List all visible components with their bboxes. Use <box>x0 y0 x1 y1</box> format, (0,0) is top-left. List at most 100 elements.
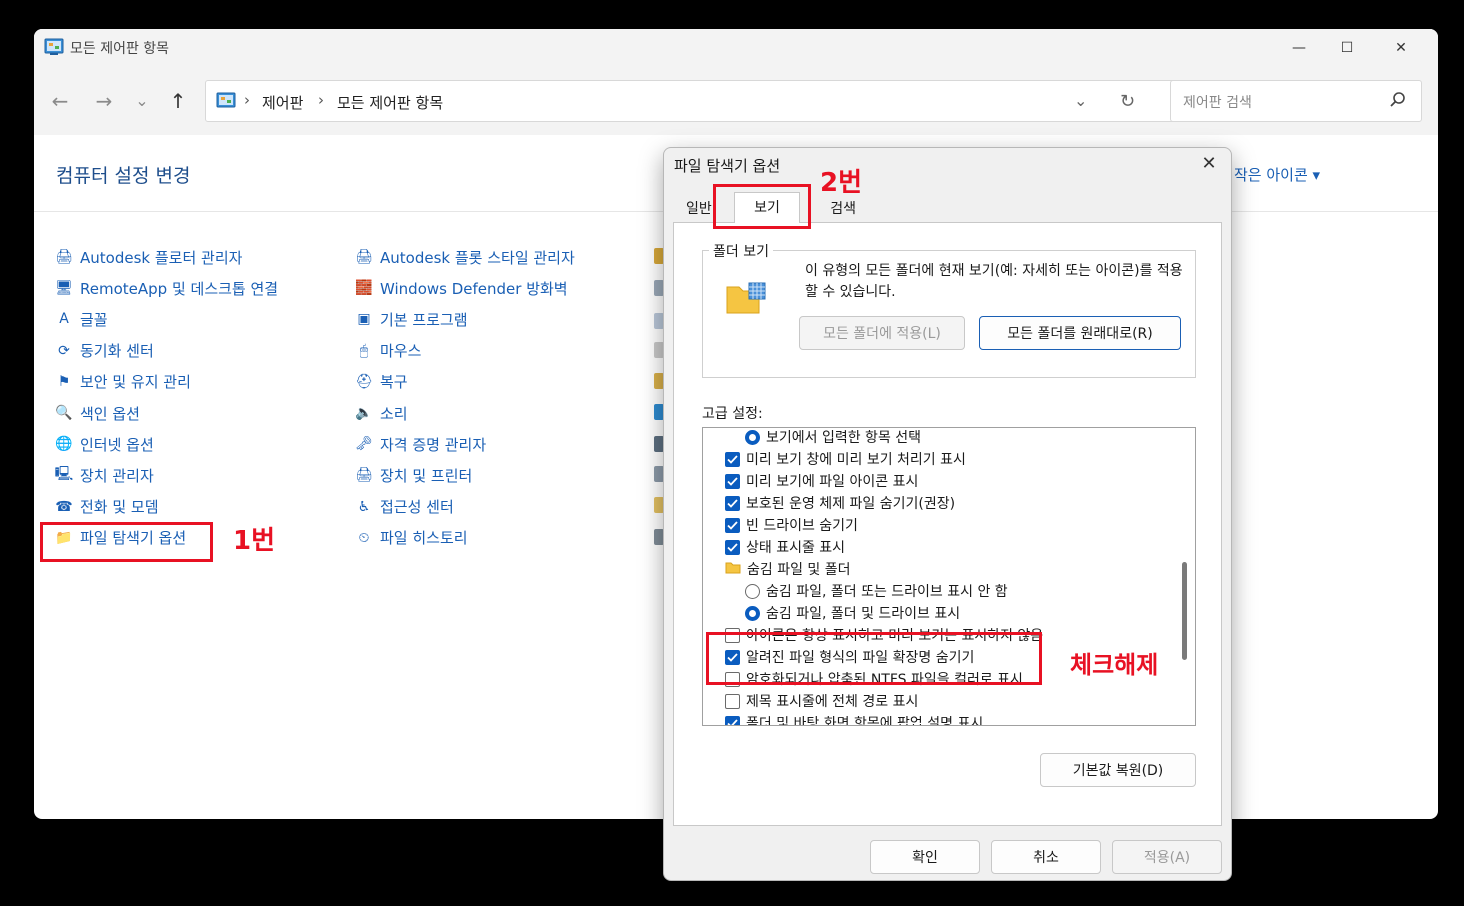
apply-button[interactable]: 적용(A) <box>1112 840 1222 874</box>
phone-modem-icon: ☎ <box>55 498 73 515</box>
control-panel-item[interactable]: 🔈 소리 <box>354 402 408 424</box>
apply-to-folders-button[interactable]: 모든 폴더에 적용(L) <box>799 316 965 350</box>
checkbox[interactable] <box>725 451 740 467</box>
ok-button[interactable]: 확인 <box>870 840 980 874</box>
control-panel-item[interactable]: 🌐 인터넷 옵션 <box>54 433 154 455</box>
advanced-settings-scrollbar[interactable] <box>1182 562 1187 660</box>
control-panel-item-label[interactable]: 자격 증명 관리자 <box>380 434 486 455</box>
checkbox[interactable] <box>725 715 740 725</box>
restore-defaults-button[interactable]: 기본값 복원(D) <box>1040 753 1196 787</box>
up-arrow-icon[interactable]: ↑ <box>166 89 190 113</box>
control-panel-item-label[interactable]: 소리 <box>380 403 408 424</box>
control-panel-item-label[interactable]: 마우스 <box>380 340 421 361</box>
advanced-setting-row[interactable]: 미리 보기 창에 미리 보기 처리기 표시 <box>725 448 966 470</box>
control-panel-item-label[interactable]: 인터넷 옵션 <box>80 434 154 455</box>
control-panel-item[interactable]: ☎ 전화 및 모뎀 <box>54 496 159 518</box>
advanced-setting-label[interactable]: 미리 보기에 파일 아이콘 표시 <box>746 471 918 491</box>
control-panel-item[interactable]: 🔍 색인 옵션 <box>54 402 140 424</box>
page-title: 컴퓨터 설정 변경 <box>56 165 191 187</box>
forward-arrow-icon[interactable]: → <box>92 89 116 113</box>
breadcrumb-control-panel[interactable]: 제어판 <box>262 92 303 113</box>
control-panel-item[interactable]: 🖨 Autodesk 플롯 스타일 관리자 <box>354 246 575 268</box>
control-panel-item[interactable]: 🖨 Autodesk 플로터 관리자 <box>54 246 242 268</box>
checkbox[interactable] <box>725 495 740 511</box>
checkbox[interactable] <box>725 517 740 533</box>
reset-folders-button[interactable]: 모든 폴더를 원래대로(R) <box>979 316 1181 350</box>
control-panel-item-label[interactable]: 장치 관리자 <box>80 465 154 486</box>
dialog-button-bar: 확인 취소 적용(A) <box>664 836 1231 880</box>
advanced-setting-row[interactable]: 보호된 운영 체제 파일 숨기기(권장) <box>725 492 955 514</box>
control-panel-item-label[interactable]: 전화 및 모뎀 <box>80 496 159 517</box>
control-panel-item[interactable]: 🖥 RemoteApp 및 데스크톱 연결 <box>54 277 278 299</box>
control-panel-item[interactable]: 🖱 마우스 <box>354 340 422 362</box>
control-panel-item[interactable]: ♿ 접근성 센터 <box>354 496 454 518</box>
recent-locations-chevron-icon[interactable]: ⌄ <box>130 89 154 113</box>
control-panel-item[interactable]: A 글꼴 <box>54 308 108 330</box>
control-panel-item-label[interactable]: 복구 <box>380 371 408 392</box>
address-dropdown-icon[interactable]: ⌄ <box>1074 91 1087 110</box>
advanced-setting-label[interactable]: 보기에서 입력한 항목 선택 <box>766 428 921 447</box>
control-panel-item[interactable]: 🧱 Windows Defender 방화벽 <box>354 277 568 299</box>
advanced-setting-label[interactable]: 상태 표시줄 표시 <box>746 537 845 557</box>
control-panel-item-label[interactable]: 색인 옵션 <box>80 403 140 424</box>
control-panel-item[interactable]: 🖨 장치 및 프린터 <box>354 464 472 486</box>
maximize-button[interactable]: ☐ <box>1324 29 1370 67</box>
advanced-setting-label[interactable]: 미리 보기 창에 미리 보기 처리기 표시 <box>746 449 966 469</box>
search-placeholder[interactable]: 제어판 검색 <box>1183 92 1252 112</box>
advanced-setting-row[interactable]: 폴더 및 바탕 화면 항목에 팝업 설명 표시 <box>725 712 983 725</box>
advanced-setting-row[interactable]: 상태 표시줄 표시 <box>725 536 845 558</box>
control-panel-item-label[interactable]: 보안 및 유지 관리 <box>80 371 191 392</box>
control-panel-item[interactable]: 🖳 장치 관리자 <box>54 464 154 486</box>
advanced-setting-row[interactable]: 보기에서 입력한 항목 선택 <box>745 428 921 448</box>
advanced-setting-row[interactable]: 빈 드라이브 숨기기 <box>725 514 858 536</box>
refresh-icon[interactable]: ↻ <box>1120 91 1135 112</box>
control-panel-item-label[interactable]: 접근성 센터 <box>380 496 454 517</box>
breadcrumb-all-items[interactable]: 모든 제어판 항목 <box>337 92 443 113</box>
advanced-setting-label[interactable]: 보호된 운영 체제 파일 숨기기(권장) <box>746 493 955 513</box>
checkbox[interactable] <box>725 693 740 709</box>
address-bar[interactable]: › 제어판 › 모든 제어판 항목 ⌄ ↻ <box>205 80 1187 122</box>
advanced-setting-label[interactable]: 폴더 및 바탕 화면 항목에 팝업 설명 표시 <box>746 713 983 725</box>
advanced-setting-row[interactable]: 미리 보기에 파일 아이콘 표시 <box>725 470 918 492</box>
control-panel-item-label[interactable]: Autodesk 플롯 스타일 관리자 <box>380 247 575 268</box>
checkbox[interactable] <box>725 473 740 489</box>
control-panel-item[interactable]: ⛑ 복구 <box>354 371 408 393</box>
checkbox[interactable] <box>725 539 740 555</box>
folder-views-label: 폴더 보기 <box>709 241 773 261</box>
view-by-dropdown[interactable]: 작은 아이콘 ▾ <box>1234 164 1320 185</box>
close-button[interactable]: ✕ <box>1378 29 1424 67</box>
control-panel-item-label[interactable]: 파일 히스토리 <box>380 527 468 548</box>
advanced-setting-label[interactable]: 숨김 파일, 폴더 및 드라이브 표시 <box>766 603 960 623</box>
advanced-setting-label[interactable]: 빈 드라이브 숨기기 <box>746 515 858 535</box>
cancel-button[interactable]: 취소 <box>991 840 1101 874</box>
advanced-setting-label[interactable]: 제목 표시줄에 전체 경로 표시 <box>746 691 918 711</box>
radio-button[interactable] <box>745 605 760 621</box>
advanced-setting-row[interactable]: 숨김 파일, 폴더 및 드라이브 표시 <box>745 602 960 624</box>
control-panel-item-label[interactable]: 장치 및 프린터 <box>380 465 472 486</box>
control-panel-item[interactable]: ▣ 기본 프로그램 <box>354 308 468 330</box>
minimize-button[interactable]: — <box>1276 29 1322 67</box>
search-box[interactable]: 제어판 검색 <box>1170 80 1422 122</box>
control-panel-item[interactable]: 🗝 자격 증명 관리자 <box>354 433 486 455</box>
search-icon[interactable] <box>1389 91 1407 109</box>
control-panel-item-label[interactable]: 기본 프로그램 <box>380 309 468 330</box>
control-panel-item-label[interactable]: RemoteApp 및 데스크톱 연결 <box>80 278 278 299</box>
radio-button[interactable] <box>745 429 760 445</box>
control-panel-item-label[interactable]: Windows Defender 방화벽 <box>380 278 568 299</box>
control-panel-item-label[interactable]: 동기화 센터 <box>80 340 154 361</box>
back-arrow-icon[interactable]: ← <box>48 89 72 113</box>
radio-button[interactable] <box>745 583 760 599</box>
advanced-setting-row[interactable]: 숨김 파일 및 폴더 <box>725 558 851 580</box>
accessibility-icon: ♿ <box>357 498 371 515</box>
control-panel-item[interactable]: ⏲ 파일 히스토리 <box>354 527 468 549</box>
advanced-setting-row[interactable]: 숨김 파일, 폴더 또는 드라이브 표시 안 함 <box>745 580 1008 602</box>
control-panel-item[interactable]: ⚑ 보안 및 유지 관리 <box>54 371 191 393</box>
internet-options-icon: 🌐 <box>55 436 73 453</box>
control-panel-item[interactable]: ⟳ 동기화 센터 <box>54 340 154 362</box>
advanced-setting-row[interactable]: 제목 표시줄에 전체 경로 표시 <box>725 690 918 712</box>
advanced-setting-label[interactable]: 숨김 파일, 폴더 또는 드라이브 표시 안 함 <box>766 581 1008 601</box>
control-panel-item-label[interactable]: Autodesk 플로터 관리자 <box>80 247 242 268</box>
control-panel-item-label[interactable]: 글꼴 <box>80 309 108 330</box>
advanced-setting-label[interactable]: 숨김 파일 및 폴더 <box>747 559 851 579</box>
dialog-close-icon[interactable]: ✕ <box>1197 152 1221 176</box>
